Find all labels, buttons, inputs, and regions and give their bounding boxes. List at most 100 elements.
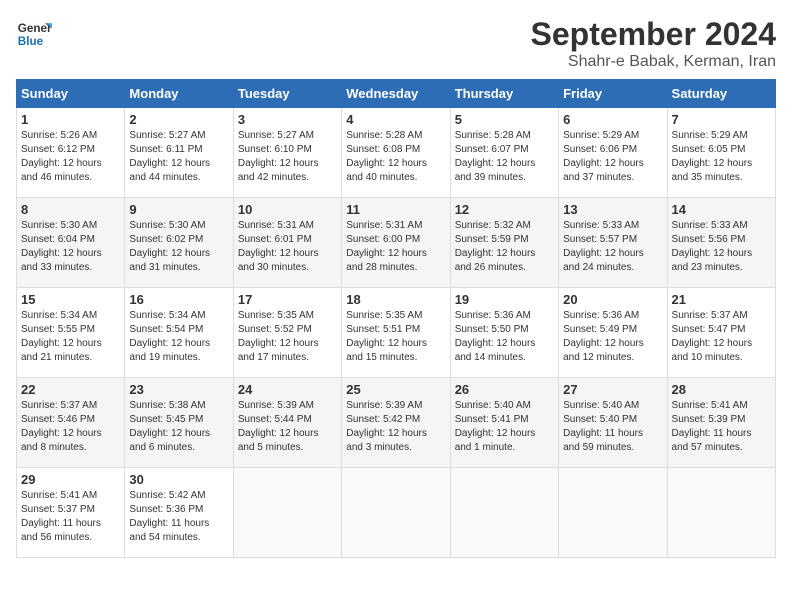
day-number: 8 [21, 202, 120, 217]
calendar-cell: 12 Sunrise: 5:32 AMSunset: 5:59 PMDayligh… [450, 198, 558, 288]
logo-icon: General Blue [16, 16, 52, 52]
svg-text:Blue: Blue [18, 35, 44, 48]
calendar-cell: 15 Sunrise: 5:34 AMSunset: 5:55 PMDayligh… [17, 288, 125, 378]
day-number: 3 [238, 112, 337, 127]
header-row: SundayMondayTuesdayWednesdayThursdayFrid… [17, 80, 776, 108]
cell-content: Sunrise: 5:41 AMSunset: 5:37 PMDaylight:… [21, 489, 120, 545]
calendar-cell: 21 Sunrise: 5:37 AMSunset: 5:47 PMDayligh… [667, 288, 775, 378]
day-number: 4 [346, 112, 445, 127]
week-row-0: 1Sunrise: 5:26 AMSunset: 6:12 PMDaylight… [17, 108, 776, 198]
calendar-body: 1Sunrise: 5:26 AMSunset: 6:12 PMDaylight… [17, 108, 776, 558]
calendar-cell: 23Sunrise: 5:38 AMSunset: 5:45 PMDayligh… [125, 378, 233, 468]
day-number: 7 [672, 112, 771, 127]
cell-content: Sunrise: 5:29 AMSunset: 6:06 PMDaylight:… [563, 129, 662, 185]
week-row-4: 29 Sunrise: 5:41 AMSunset: 5:37 PMDayligh… [17, 468, 776, 558]
day-number: 28 [672, 382, 771, 397]
calendar-cell: 20 Sunrise: 5:36 AMSunset: 5:49 PMDayligh… [559, 288, 667, 378]
cell-content: Sunrise: 5:30 AMSunset: 6:04 PMDaylight:… [21, 219, 120, 275]
cell-content: Sunrise: 5:37 AMSunset: 5:47 PMDaylight:… [672, 309, 771, 365]
week-row-3: 22 Sunrise: 5:37 AMSunset: 5:46 PMDayligh… [17, 378, 776, 468]
cell-content: Sunrise: 5:31 AMSunset: 6:00 PMDaylight:… [346, 219, 445, 275]
day-number: 15 [21, 292, 120, 307]
header-cell-tuesday: Tuesday [233, 80, 341, 108]
week-row-2: 15 Sunrise: 5:34 AMSunset: 5:55 PMDayligh… [17, 288, 776, 378]
day-number: 12 [455, 202, 554, 217]
month-title: September 2024 [531, 16, 776, 53]
calendar-cell: 22 Sunrise: 5:37 AMSunset: 5:46 PMDayligh… [17, 378, 125, 468]
calendar-cell: 19 Sunrise: 5:36 AMSunset: 5:50 PMDayligh… [450, 288, 558, 378]
cell-content: Sunrise: 5:37 AMSunset: 5:46 PMDaylight:… [21, 399, 120, 455]
calendar-cell: 13Sunrise: 5:33 AMSunset: 5:57 PMDayligh… [559, 198, 667, 288]
calendar-cell: 7 Sunrise: 5:29 AMSunset: 6:05 PMDaylight… [667, 108, 775, 198]
cell-content: Sunrise: 5:36 AMSunset: 5:50 PMDaylight:… [455, 309, 554, 365]
day-number: 26 [455, 382, 554, 397]
cell-content: Sunrise: 5:32 AMSunset: 5:59 PMDaylight:… [455, 219, 554, 275]
calendar-cell [667, 468, 775, 558]
calendar-cell: 18Sunrise: 5:35 AMSunset: 5:51 PMDayligh… [342, 288, 450, 378]
calendar-cell [233, 468, 341, 558]
day-number: 6 [563, 112, 662, 127]
day-number: 23 [129, 382, 228, 397]
day-number: 9 [129, 202, 228, 217]
header-cell-saturday: Saturday [667, 80, 775, 108]
day-number: 27 [563, 382, 662, 397]
cell-content: Sunrise: 5:29 AMSunset: 6:05 PMDaylight:… [672, 129, 771, 185]
day-number: 19 [455, 292, 554, 307]
title-area: September 2024 Shahr-e Babak, Kerman, Ir… [531, 16, 776, 71]
logo: General Blue [16, 16, 52, 52]
calendar-cell: 11 Sunrise: 5:31 AMSunset: 6:00 PMDayligh… [342, 198, 450, 288]
day-number: 14 [672, 202, 771, 217]
cell-content: Sunrise: 5:39 AMSunset: 5:44 PMDaylight:… [238, 399, 337, 455]
header-cell-thursday: Thursday [450, 80, 558, 108]
cell-content: Sunrise: 5:27 AMSunset: 6:10 PMDaylight:… [238, 129, 337, 185]
calendar-cell [450, 468, 558, 558]
day-number: 20 [563, 292, 662, 307]
header-cell-sunday: Sunday [17, 80, 125, 108]
cell-content: Sunrise: 5:28 AMSunset: 6:08 PMDaylight:… [346, 129, 445, 185]
day-number: 18 [346, 292, 445, 307]
cell-content: Sunrise: 5:40 AMSunset: 5:41 PMDaylight:… [455, 399, 554, 455]
day-number: 16 [129, 292, 228, 307]
calendar-cell [342, 468, 450, 558]
calendar-cell: 29 Sunrise: 5:41 AMSunset: 5:37 PMDayligh… [17, 468, 125, 558]
cell-content: Sunrise: 5:34 AMSunset: 5:54 PMDaylight:… [129, 309, 228, 365]
day-number: 22 [21, 382, 120, 397]
day-number: 30 [129, 472, 228, 487]
cell-content: Sunrise: 5:40 AMSunset: 5:40 PMDaylight:… [563, 399, 662, 455]
calendar-cell [559, 468, 667, 558]
day-number: 29 [21, 472, 120, 487]
calendar-header: SundayMondayTuesdayWednesdayThursdayFrid… [17, 80, 776, 108]
cell-content: Sunrise: 5:41 AMSunset: 5:39 PMDaylight:… [672, 399, 771, 455]
calendar-cell: 25Sunrise: 5:39 AMSunset: 5:42 PMDayligh… [342, 378, 450, 468]
cell-content: Sunrise: 5:39 AMSunset: 5:42 PMDaylight:… [346, 399, 445, 455]
calendar-cell: 6 Sunrise: 5:29 AMSunset: 6:06 PMDaylight… [559, 108, 667, 198]
cell-content: Sunrise: 5:34 AMSunset: 5:55 PMDaylight:… [21, 309, 120, 365]
day-number: 10 [238, 202, 337, 217]
header-cell-friday: Friday [559, 80, 667, 108]
day-number: 17 [238, 292, 337, 307]
day-number: 21 [672, 292, 771, 307]
cell-content: Sunrise: 5:35 AMSunset: 5:52 PMDaylight:… [238, 309, 337, 365]
calendar-cell: 17 Sunrise: 5:35 AMSunset: 5:52 PMDayligh… [233, 288, 341, 378]
header-cell-wednesday: Wednesday [342, 80, 450, 108]
calendar-table: SundayMondayTuesdayWednesdayThursdayFrid… [16, 79, 776, 558]
calendar-cell: 28 Sunrise: 5:41 AMSunset: 5:39 PMDayligh… [667, 378, 775, 468]
day-number: 2 [129, 112, 228, 127]
calendar-cell: 14 Sunrise: 5:33 AMSunset: 5:56 PMDayligh… [667, 198, 775, 288]
day-number: 13 [563, 202, 662, 217]
calendar-cell: 3 Sunrise: 5:27 AMSunset: 6:10 PMDaylight… [233, 108, 341, 198]
calendar-cell: 8 Sunrise: 5:30 AMSunset: 6:04 PMDaylight… [17, 198, 125, 288]
day-number: 5 [455, 112, 554, 127]
day-number: 11 [346, 202, 445, 217]
header: General Blue September 2024 Shahr-e Baba… [16, 16, 776, 71]
day-number: 24 [238, 382, 337, 397]
cell-content: Sunrise: 5:27 AMSunset: 6:11 PMDaylight:… [129, 129, 228, 185]
cell-content: Sunrise: 5:31 AMSunset: 6:01 PMDaylight:… [238, 219, 337, 275]
cell-content: Sunrise: 5:28 AMSunset: 6:07 PMDaylight:… [455, 129, 554, 185]
calendar-cell: 9Sunrise: 5:30 AMSunset: 6:02 PMDaylight… [125, 198, 233, 288]
calendar-cell: 4 Sunrise: 5:28 AMSunset: 6:08 PMDaylight… [342, 108, 450, 198]
calendar-cell: 1Sunrise: 5:26 AMSunset: 6:12 PMDaylight… [17, 108, 125, 198]
cell-content: Sunrise: 5:33 AMSunset: 5:56 PMDaylight:… [672, 219, 771, 275]
cell-content: Sunrise: 5:36 AMSunset: 5:49 PMDaylight:… [563, 309, 662, 365]
cell-content: Sunrise: 5:42 AMSunset: 5:36 PMDaylight:… [129, 489, 228, 545]
